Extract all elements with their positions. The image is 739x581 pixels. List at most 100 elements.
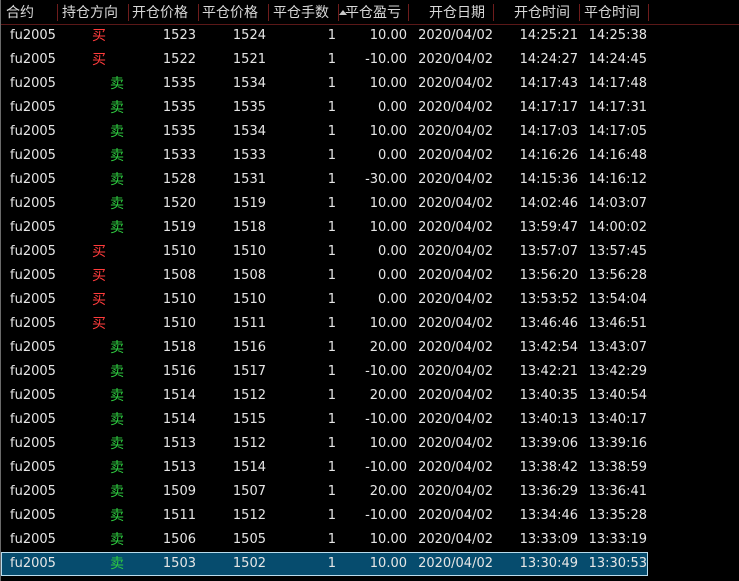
header-separator[interactable] <box>268 4 269 21</box>
cell-close-time: 13:54:04 <box>588 292 647 307</box>
cell-contract: fu2005 <box>10 484 56 499</box>
cell-contract: fu2005 <box>10 532 56 547</box>
cell-close-price: 1510 <box>232 244 266 259</box>
table-row[interactable]: fu2005 买 1508 1508 1 0.00 2020/04/02 13:56:20 13… <box>1 264 739 288</box>
cell-open-price: 1528 <box>162 172 196 187</box>
cell-quantity: 1 <box>327 508 336 523</box>
cell-quantity: 1 <box>327 460 336 475</box>
cell-quantity: 1 <box>327 76 336 91</box>
cell-pnl: 10.00 <box>369 196 407 211</box>
cell-quantity: 1 <box>327 148 336 163</box>
header-separator[interactable] <box>57 4 58 21</box>
cell-close-time: 13:38:59 <box>588 460 647 475</box>
header-quantity[interactable]: 平仓手数 <box>273 0 329 24</box>
table-row[interactable]: fu2005 卖 1513 1514 1 -10.00 2020/04/02 13:38:42… <box>1 456 739 480</box>
cell-pnl: 10.00 <box>369 220 407 235</box>
cell-quantity: 1 <box>327 388 336 403</box>
cell-open-price: 1522 <box>162 52 196 67</box>
table-row[interactable]: fu2005 卖 1535 1535 1 0.00 2020/04/02 14:17:17 14… <box>1 96 739 120</box>
cell-open-time: 13:57:07 <box>519 244 578 259</box>
cell-close-price: 1505 <box>232 532 266 547</box>
cell-close-time: 14:17:31 <box>588 100 647 115</box>
header-separator[interactable] <box>198 4 199 21</box>
header-close-time[interactable]: 平仓时间 <box>584 0 640 24</box>
cell-open-price: 1533 <box>162 148 196 163</box>
cell-pnl: 0.00 <box>378 244 407 259</box>
table-row[interactable]: fu2005 买 1510 1511 1 10.00 2020/04/02 13:46:46 1… <box>1 312 739 336</box>
cell-close-time: 13:42:29 <box>588 364 647 379</box>
header-separator[interactable] <box>128 4 129 21</box>
cell-open-date: 2020/04/02 <box>418 292 493 307</box>
table-row-selected[interactable]: fu2005 卖 1503 1502 1 10.00 2020/04/02 13:30:49 1… <box>1 552 739 576</box>
cell-open-time: 13:33:09 <box>519 532 578 547</box>
cell-close-price: 1515 <box>232 412 266 427</box>
cell-pnl: 0.00 <box>378 148 407 163</box>
cell-contract: fu2005 <box>10 220 56 235</box>
header-open-date[interactable]: 开仓日期 <box>429 0 485 24</box>
cell-contract: fu2005 <box>10 436 56 451</box>
header-separator[interactable] <box>493 4 494 21</box>
table-row[interactable]: fu2005 卖 1520 1519 1 10.00 2020/04/02 14:02:46 1… <box>1 192 739 216</box>
cell-open-price: 1518 <box>162 340 196 355</box>
cell-quantity: 1 <box>327 532 336 547</box>
cell-close-price: 1516 <box>232 340 266 355</box>
header-separator[interactable] <box>579 4 580 21</box>
table-row[interactable]: fu2005 卖 1518 1516 1 20.00 2020/04/02 13:42:54 1… <box>1 336 739 360</box>
cell-open-date: 2020/04/02 <box>418 484 493 499</box>
cell-contract: fu2005 <box>10 388 56 403</box>
cell-contract: fu2005 <box>10 556 56 571</box>
cell-open-price: 1520 <box>162 196 196 211</box>
cell-open-time: 13:53:52 <box>519 292 578 307</box>
header-open-time[interactable]: 开仓时间 <box>514 0 570 24</box>
table-row[interactable]: fu2005 买 1522 1521 1 -10.00 2020/04/02 14:24:27… <box>1 48 739 72</box>
cell-close-time: 13:33:19 <box>588 532 647 547</box>
cell-open-price: 1523 <box>162 28 196 43</box>
header-close-price[interactable]: 平仓价格 <box>202 0 258 24</box>
cell-contract: fu2005 <box>10 340 56 355</box>
cell-pnl: -10.00 <box>365 460 407 475</box>
table-row[interactable]: fu2005 卖 1513 1512 1 10.00 2020/04/02 13:39:06 1… <box>1 432 739 456</box>
table-row[interactable]: fu2005 卖 1511 1512 1 -10.00 2020/04/02 13:34:46… <box>1 504 739 528</box>
cell-open-date: 2020/04/02 <box>418 508 493 523</box>
cell-quantity: 1 <box>327 436 336 451</box>
table-row[interactable]: fu2005 卖 1514 1512 1 20.00 2020/04/02 13:40:35 1… <box>1 384 739 408</box>
table-row[interactable]: fu2005 卖 1514 1515 1 -10.00 2020/04/02 13:40:13… <box>1 408 739 432</box>
cell-pnl: 10.00 <box>369 316 407 331</box>
table-row[interactable]: fu2005 卖 1519 1518 1 10.00 2020/04/02 13:59:47 1… <box>1 216 739 240</box>
header-open-price[interactable]: 开仓价格 <box>132 0 188 24</box>
cell-open-price: 1535 <box>162 124 196 139</box>
cell-quantity: 1 <box>327 196 336 211</box>
table-row[interactable]: fu2005 买 1510 1510 1 0.00 2020/04/02 13:57:07 13… <box>1 240 739 264</box>
cell-open-time: 14:17:03 <box>519 124 578 139</box>
cell-close-time: 13:30:53 <box>588 556 647 571</box>
cell-contract: fu2005 <box>10 172 56 187</box>
cell-quantity: 1 <box>327 244 336 259</box>
cell-close-time: 13:36:41 <box>588 484 647 499</box>
table-row[interactable]: fu2005 买 1510 1510 1 0.00 2020/04/02 13:53:52 13… <box>1 288 739 312</box>
cell-close-time: 14:24:45 <box>588 52 647 67</box>
cell-close-price: 1524 <box>232 28 266 43</box>
table-row[interactable]: fu2005 卖 1509 1507 1 20.00 2020/04/02 13:36:29 1… <box>1 480 739 504</box>
header-separator[interactable] <box>408 4 409 21</box>
cell-open-date: 2020/04/02 <box>418 76 493 91</box>
cell-pnl: 10.00 <box>369 28 407 43</box>
table-row[interactable]: fu2005 卖 1535 1534 1 10.00 2020/04/02 14:17:03 1… <box>1 120 739 144</box>
cell-close-time: 14:17:48 <box>588 76 647 91</box>
table-row[interactable]: fu2005 卖 1535 1534 1 10.00 2020/04/02 14:17:43 1… <box>1 72 739 96</box>
table-row[interactable]: fu2005 卖 1506 1505 1 10.00 2020/04/02 13:33:09 1… <box>1 528 739 552</box>
header-separator[interactable] <box>648 4 649 21</box>
cell-open-date: 2020/04/02 <box>418 316 493 331</box>
table-row[interactable]: fu2005 买 1523 1524 1 10.00 2020/04/02 14:25:21 1… <box>1 24 739 48</box>
header-direction[interactable]: 持仓方向 <box>62 0 118 24</box>
cell-pnl: 10.00 <box>369 76 407 91</box>
cell-open-price: 1510 <box>162 316 196 331</box>
cell-open-date: 2020/04/02 <box>418 196 493 211</box>
header-contract[interactable]: 合约 <box>6 0 34 24</box>
table-row[interactable]: fu2005 卖 1516 1517 1 -10.00 2020/04/02 13:42:21… <box>1 360 739 384</box>
cell-open-price: 1510 <box>162 244 196 259</box>
cell-pnl: -30.00 <box>365 172 407 187</box>
table-row[interactable]: fu2005 卖 1528 1531 1 -30.00 2020/04/02 14:15:36… <box>1 168 739 192</box>
table-row[interactable]: fu2005 卖 1533 1533 1 0.00 2020/04/02 14:16:26 14… <box>1 144 739 168</box>
cell-open-price: 1503 <box>162 556 196 571</box>
header-pnl[interactable]: 平仓盈亏 <box>345 0 401 24</box>
